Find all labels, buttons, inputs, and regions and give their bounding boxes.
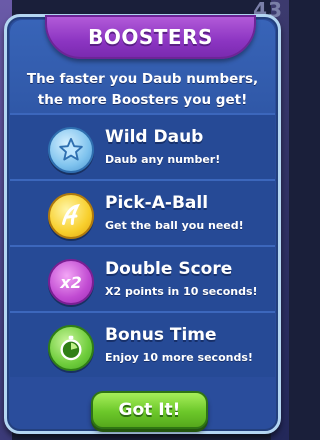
booster-row-pick-a-ball: Pick-A-Ball Get the ball you need!	[10, 179, 275, 245]
booster-name: Double Score	[105, 259, 233, 279]
title-banner: BOOSTERS	[45, 15, 256, 59]
got-it-button[interactable]: Got It!	[91, 391, 208, 429]
booster-name: Pick-A-Ball	[105, 193, 209, 213]
booster-row-double-score: x2 Double Score X2 points in 10 seconds!	[10, 245, 275, 311]
booster-description: Daub any number!	[105, 153, 221, 166]
booster-row-bonus-time: Bonus Time Enjoy 10 more seconds!	[10, 311, 275, 377]
star-icon	[48, 127, 94, 173]
booster-list: Wild Daub Daub any number! Pick-A-Ball G…	[10, 113, 275, 377]
dialog-subtitle: The faster you Daub numbers, the more Bo…	[26, 71, 259, 108]
booster-name: Bonus Time	[105, 325, 217, 345]
booster-description: Enjoy 10 more seconds!	[105, 351, 253, 364]
got-it-label: Got It!	[118, 400, 181, 420]
booster-row-wild-daub: Wild Daub Daub any number!	[10, 113, 275, 179]
ball-icon	[48, 193, 94, 239]
boosters-dialog: BOOSTERS The faster you Daub numbers, th…	[4, 14, 281, 434]
booster-description: Get the ball you need!	[105, 219, 244, 232]
booster-name: Wild Daub	[105, 127, 204, 147]
booster-description: X2 points in 10 seconds!	[105, 285, 258, 298]
x2-icon-label: x2	[60, 272, 82, 292]
stopwatch-icon	[48, 325, 94, 371]
dialog-title: BOOSTERS	[88, 25, 213, 49]
x2-icon: x2	[48, 259, 94, 305]
